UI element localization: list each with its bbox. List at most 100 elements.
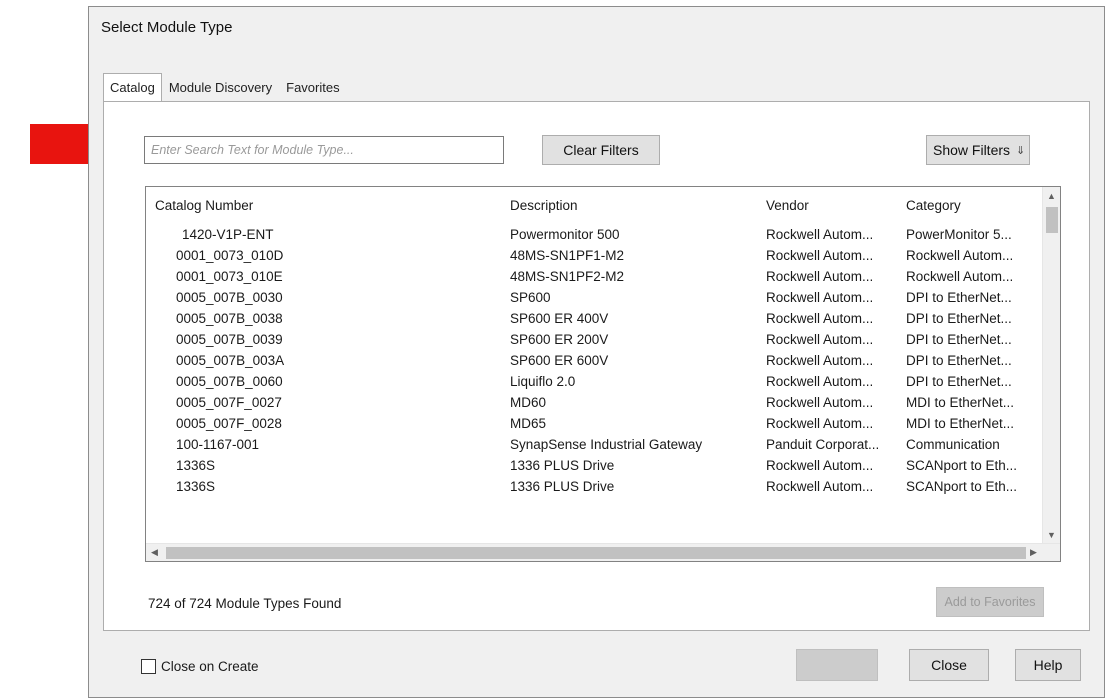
category-cell: SCANport to Eth... [906, 479, 1018, 494]
column-header-category[interactable]: Category [906, 198, 1034, 213]
close-on-create-checkbox[interactable] [141, 659, 156, 674]
catalog-number-cell: 0005_007F_0027 [176, 395, 282, 410]
description-cell: MD65 [510, 416, 547, 431]
horizontal-scrollbar[interactable]: ◀ ▶ [146, 543, 1060, 561]
dialog-title: Select Module Type [101, 19, 233, 36]
catalog-panel: Clear Filters Show Filters ⇓ Catalog Num… [103, 101, 1090, 631]
clear-filters-label: Clear Filters [563, 142, 639, 158]
catalog-number-cell: 0005_007F_0028 [176, 416, 282, 431]
catalog-number-cell: 0005_007B_003A [176, 353, 285, 368]
category-cell: SCANport to Eth... [906, 458, 1018, 473]
description-cell: SP600 ER 400V [510, 311, 609, 326]
description-cell: MD60 [510, 395, 547, 410]
vendor-cell: Rockwell Autom... [766, 269, 874, 284]
catalog-number-cell: 0005_007B_0039 [176, 332, 283, 347]
tab-bar: Catalog Module Discovery Favorites [103, 73, 347, 101]
category-cell: DPI to EtherNet... [906, 290, 1012, 305]
catalog-number-cell: 0001_0073_010D [176, 248, 284, 263]
column-header-catalog-number[interactable]: Catalog Number [155, 198, 495, 213]
close-on-create-option[interactable]: Close on Create [141, 659, 259, 674]
results-count: 724 of 724 Module Types Found [148, 596, 342, 611]
catalog-number-cell: 0005_007B_0030 [176, 290, 283, 305]
description-cell: SP600 ER 600V [510, 353, 609, 368]
column-header-description[interactable]: Description [510, 198, 755, 213]
category-cell: PowerMonitor 5... [906, 227, 1012, 242]
help-button[interactable]: Help [1015, 649, 1081, 681]
vendor-cell: Rockwell Autom... [766, 332, 874, 347]
chevron-double-down-icon: ⇓ [1016, 144, 1026, 157]
table-row[interactable]: 0005_007B_0038 SP600 ER 400V Rockwell Au… [146, 309, 1042, 330]
description-cell: Powermonitor 500 [510, 227, 620, 242]
scroll-left-icon[interactable]: ◀ [146, 544, 163, 561]
table-row[interactable]: 0001_0073_010D 48MS-SN1PF1-M2 Rockwell A… [146, 246, 1042, 267]
category-cell: Rockwell Autom... [906, 269, 1014, 284]
show-filters-button[interactable]: Show Filters ⇓ [926, 135, 1030, 165]
module-table[interactable]: Catalog Number Description Vendor Catego… [145, 186, 1061, 562]
add-to-favorites-label: Add to Favorites [944, 595, 1036, 609]
scroll-up-icon[interactable]: ▲ [1043, 187, 1060, 204]
vendor-cell: Rockwell Autom... [766, 374, 874, 389]
horizontal-scroll-thumb[interactable] [166, 547, 1026, 559]
table-row[interactable]: 0001_0073_010E 48MS-SN1PF2-M2 Rockwell A… [146, 267, 1042, 288]
scroll-right-icon[interactable]: ▶ [1025, 544, 1042, 561]
table-row[interactable]: 0005_007B_0060 Liquiflo 2.0 Rockwell Aut… [146, 372, 1042, 393]
vendor-cell: Panduit Corporat... [766, 437, 880, 452]
vendor-cell: Rockwell Autom... [766, 458, 874, 473]
scroll-down-icon[interactable]: ▼ [1043, 526, 1060, 543]
description-cell: SP600 ER 200V [510, 332, 609, 347]
table-row[interactable]: 0005_007F_0027 MD60 Rockwell Autom... MD… [146, 393, 1042, 414]
table-row[interactable]: 1336S 1336 PLUS Drive Rockwell Autom... … [146, 477, 1042, 498]
add-to-favorites-button[interactable]: Add to Favorites [936, 587, 1044, 617]
table-row[interactable]: 1336S 1336 PLUS Drive Rockwell Autom... … [146, 456, 1042, 477]
clear-filters-button[interactable]: Clear Filters [542, 135, 660, 165]
category-cell: MDI to EtherNet... [906, 416, 1015, 431]
table-row[interactable]: 100-1167-001 SynapSense Industrial Gatew… [146, 435, 1042, 456]
vendor-cell: Rockwell Autom... [766, 248, 874, 263]
vendor-cell: Rockwell Autom... [766, 395, 874, 410]
show-filters-label: Show Filters [933, 142, 1011, 158]
category-cell: DPI to EtherNet... [906, 311, 1012, 326]
table-row[interactable]: 0005_007B_0030 SP600 Rockwell Autom... D… [146, 288, 1042, 309]
vendor-cell: Rockwell Autom... [766, 416, 874, 431]
catalog-number-cell: 1420-V1P-ENT [182, 227, 274, 242]
table-row[interactable]: 1420-V1P-ENT Powermonitor 500 Rockwell A… [146, 225, 1042, 246]
catalog-number-cell: 1336S [176, 479, 216, 494]
tab-catalog[interactable]: Catalog [103, 73, 162, 101]
table-header: Catalog Number Description Vendor Catego… [146, 187, 1042, 225]
category-cell: Communication [906, 437, 1000, 452]
tab-module-discovery[interactable]: Module Discovery [162, 75, 279, 101]
vendor-cell: Rockwell Autom... [766, 353, 874, 368]
select-module-type-dialog: Select Module Type Catalog Module Discov… [88, 6, 1105, 698]
vertical-scrollbar[interactable]: ▲ ▼ [1042, 187, 1060, 543]
close-button[interactable]: Close [909, 649, 989, 681]
close-label: Close [931, 657, 967, 673]
catalog-number-cell: 1336S [176, 458, 216, 473]
help-label: Help [1033, 657, 1063, 673]
table-body: 1420-V1P-ENT Powermonitor 500 Rockwell A… [146, 225, 1042, 498]
vendor-cell: Rockwell Autom... [766, 311, 874, 326]
catalog-number-cell: 0001_0073_010E [176, 269, 283, 284]
description-cell: 1336 PLUS Drive [510, 458, 615, 473]
catalog-number-cell: 0005_007B_0038 [176, 311, 283, 326]
category-cell: Rockwell Autom... [906, 248, 1014, 263]
tab-favorites[interactable]: Favorites [279, 75, 346, 101]
vendor-cell: Rockwell Autom... [766, 479, 874, 494]
catalog-number-cell: 0005_007B_0060 [176, 374, 283, 389]
vertical-scroll-thumb[interactable] [1046, 207, 1058, 233]
description-cell: Liquiflo 2.0 [510, 374, 576, 389]
column-header-vendor[interactable]: Vendor [766, 198, 891, 213]
category-cell: DPI to EtherNet... [906, 353, 1012, 368]
vendor-cell: Rockwell Autom... [766, 290, 874, 305]
create-button[interactable] [796, 649, 878, 681]
catalog-number-cell: 100-1167-001 [176, 437, 260, 452]
table-row[interactable]: 0005_007B_003A SP600 ER 600V Rockwell Au… [146, 351, 1042, 372]
vendor-cell: Rockwell Autom... [766, 227, 874, 242]
close-on-create-label: Close on Create [161, 659, 259, 674]
search-input[interactable] [144, 136, 504, 164]
category-cell: MDI to EtherNet... [906, 395, 1015, 410]
description-cell: 1336 PLUS Drive [510, 479, 615, 494]
table-row[interactable]: 0005_007F_0028 MD65 Rockwell Autom... MD… [146, 414, 1042, 435]
table-row[interactable]: 0005_007B_0039 SP600 ER 200V Rockwell Au… [146, 330, 1042, 351]
description-cell: SP600 [510, 290, 551, 305]
description-cell: SynapSense Industrial Gateway [510, 437, 703, 452]
